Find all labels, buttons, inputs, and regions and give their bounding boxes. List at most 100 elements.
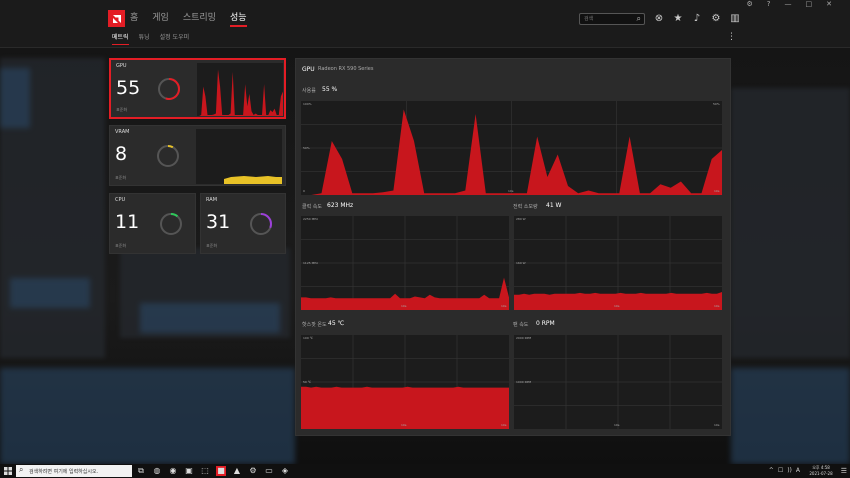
power-axis-mid: 160 W bbox=[516, 261, 526, 265]
usage-axis-mid: 50% bbox=[303, 146, 310, 150]
temp-label: 핫스팟 온도 bbox=[302, 322, 327, 328]
ram-tile-value: 31 bbox=[206, 211, 231, 233]
search-icon: ⌕ bbox=[636, 14, 641, 23]
usage-axis-right-top: 50% bbox=[713, 102, 720, 106]
ram-tile-sub: 표준화 bbox=[206, 243, 218, 248]
volume-icon[interactable]: )) bbox=[787, 467, 792, 474]
gpu-sparkline bbox=[197, 63, 283, 116]
clock-date: 2021-07-28 bbox=[809, 471, 833, 476]
power-label: 전력 소모량 bbox=[513, 204, 538, 210]
usage-label: 사용률 bbox=[302, 88, 316, 94]
title-bar: ⚙ ? — □ ✕ bbox=[0, 0, 850, 8]
ram-tile-label: RAM bbox=[206, 197, 218, 203]
vram-usage-ring bbox=[157, 145, 179, 167]
taskbar-clock[interactable]: 오후 4:58 2021-07-28 bbox=[806, 465, 836, 477]
clock-axis-top: 2250 MHz bbox=[303, 217, 319, 221]
close-button[interactable]: ✕ bbox=[826, 0, 832, 8]
fan-label: 팬 속도 bbox=[513, 322, 529, 328]
panel-title: GPU bbox=[302, 66, 315, 73]
fan-axis-top: 2000 RPM bbox=[516, 336, 532, 340]
app-icon[interactable]: ▲ bbox=[232, 466, 242, 476]
amd-logo-icon[interactable] bbox=[108, 10, 125, 27]
overlay-toggle-icon[interactable]: ▥ bbox=[730, 13, 740, 25]
subtab-tuning[interactable]: 튜닝 bbox=[139, 33, 150, 45]
main-nav: 홈 게임 스트리밍 성능 검색 ⌕ ⊗ ★ ♪ ⚙ ▥ bbox=[0, 8, 850, 30]
usage-axis-x-mid: 10s bbox=[508, 189, 514, 193]
power-axis-x-mid: 10s bbox=[614, 304, 620, 308]
bug-report-icon[interactable]: ⊗ bbox=[654, 13, 664, 25]
maximize-button[interactable]: □ bbox=[806, 0, 813, 8]
task-view-icon[interactable]: ⧉ bbox=[136, 466, 146, 476]
fan-axis-x-end: 10s bbox=[714, 423, 720, 427]
fan-chart: 2000 RPM 1000 RPM 10s 10s bbox=[514, 335, 722, 429]
store-icon[interactable]: ▣ bbox=[184, 466, 194, 476]
subtab-metrics[interactable]: 메트릭 bbox=[112, 33, 129, 45]
cpu-metric-tile[interactable]: CPU 11 표준화 bbox=[109, 193, 196, 254]
usage-value: 55 % bbox=[322, 86, 338, 93]
settings-icon[interactable]: ⚙ bbox=[248, 466, 258, 476]
ram-usage-ring bbox=[250, 213, 272, 235]
tab-gaming[interactable]: 게임 bbox=[152, 11, 169, 27]
search-icon: ⌕ bbox=[19, 465, 24, 474]
network-icon[interactable]: ☐ bbox=[778, 467, 783, 474]
temp-axis-x-end: 10s bbox=[501, 423, 507, 427]
search-placeholder: 검색 bbox=[584, 16, 594, 22]
folder-icon[interactable]: ▭ bbox=[264, 466, 274, 476]
gpu-metric-tile[interactable]: GPU 55 표준화 bbox=[109, 58, 286, 119]
settings-icon[interactable]: ⚙ bbox=[747, 0, 753, 8]
gpu-detail-panel: GPU Radeon RX 590 Series 사용률 55 % 100% 5… bbox=[295, 58, 731, 436]
temp-value: 45 ℃ bbox=[328, 320, 345, 327]
notification-center-icon[interactable]: ☰ bbox=[841, 467, 847, 475]
tab-home[interactable]: 홈 bbox=[130, 11, 138, 27]
tray-expand-icon[interactable]: ^ bbox=[769, 467, 774, 474]
cpu-tile-value: 11 bbox=[115, 211, 140, 233]
vram-metric-tile[interactable]: VRAM 8 표준화 bbox=[109, 125, 286, 186]
usage-axis-top: 100% bbox=[303, 102, 312, 106]
usage-chart: 100% 50% 0 10s 10s 50% bbox=[301, 101, 722, 195]
ram-metric-tile[interactable]: RAM 31 표준화 bbox=[200, 193, 286, 254]
fan-axis-x-mid: 10s bbox=[614, 423, 620, 427]
subtab-advisors[interactable]: 설정 도우미 bbox=[160, 33, 190, 45]
edge-browser-icon[interactable]: ◍ bbox=[152, 466, 162, 476]
windows-start-icon[interactable] bbox=[4, 467, 12, 475]
temp-axis-x-mid: 10s bbox=[401, 423, 407, 427]
clock-axis-x-end: 10s bbox=[501, 304, 507, 308]
temp-chart: 100 ℃ 50 ℃ 10s 10s bbox=[301, 335, 509, 429]
taskbar-search-input[interactable]: ⌕ 검색하려면 여기에 입력하십시오. bbox=[16, 465, 132, 477]
gpu-tile-label: GPU bbox=[116, 63, 127, 69]
clock-label: 클럭 속도 bbox=[302, 204, 322, 210]
search-input[interactable]: 검색 ⌕ bbox=[579, 13, 645, 25]
settings-gear-icon[interactable]: ⚙ bbox=[711, 13, 721, 25]
panel-device-name: Radeon RX 590 Series bbox=[318, 66, 374, 72]
ime-icon[interactable]: A bbox=[796, 467, 800, 474]
taskbar-search-placeholder: 검색하려면 여기에 입력하십시오. bbox=[29, 469, 99, 475]
favorites-star-icon[interactable]: ★ bbox=[673, 13, 683, 25]
amd-software-taskbar-icon[interactable]: ■ bbox=[216, 466, 226, 476]
vram-tile-value: 8 bbox=[115, 143, 128, 165]
cpu-tile-sub: 표준화 bbox=[115, 243, 127, 248]
temp-axis-top: 100 ℃ bbox=[303, 336, 314, 340]
temp-axis-mid: 50 ℃ bbox=[303, 380, 312, 384]
tab-streaming[interactable]: 스트리밍 bbox=[183, 11, 216, 27]
power-axis-top: 280 W bbox=[516, 217, 526, 221]
vram-sparkline bbox=[196, 129, 282, 184]
gpu-tile-sub: 표준화 bbox=[116, 107, 128, 112]
app-icon[interactable]: ◈ bbox=[280, 466, 290, 476]
cpu-tile-label: CPU bbox=[115, 197, 126, 203]
tab-performance[interactable]: 성능 bbox=[229, 11, 247, 27]
gpu-tile-value: 55 bbox=[116, 77, 141, 99]
explorer-icon[interactable]: ⬚ bbox=[200, 466, 210, 476]
usage-axis-x-end: 10s bbox=[714, 189, 720, 193]
help-icon[interactable]: ? bbox=[767, 0, 771, 8]
usage-axis-zero: 0 bbox=[303, 189, 305, 193]
cpu-usage-ring bbox=[160, 213, 182, 235]
vram-tile-sub: 표준화 bbox=[115, 175, 127, 180]
minimize-button[interactable]: — bbox=[785, 0, 792, 8]
power-value: 41 W bbox=[546, 202, 562, 209]
notifications-bell-icon[interactable]: ♪ bbox=[692, 13, 702, 25]
power-axis-x-end: 10s bbox=[714, 304, 720, 308]
more-options-icon[interactable]: ⋮ bbox=[727, 32, 736, 42]
chrome-browser-icon[interactable]: ◉ bbox=[168, 466, 178, 476]
app-window: { "window": { "controls": ["⚙", "?", "—"… bbox=[0, 0, 850, 478]
clock-value: 623 MHz bbox=[327, 202, 354, 209]
